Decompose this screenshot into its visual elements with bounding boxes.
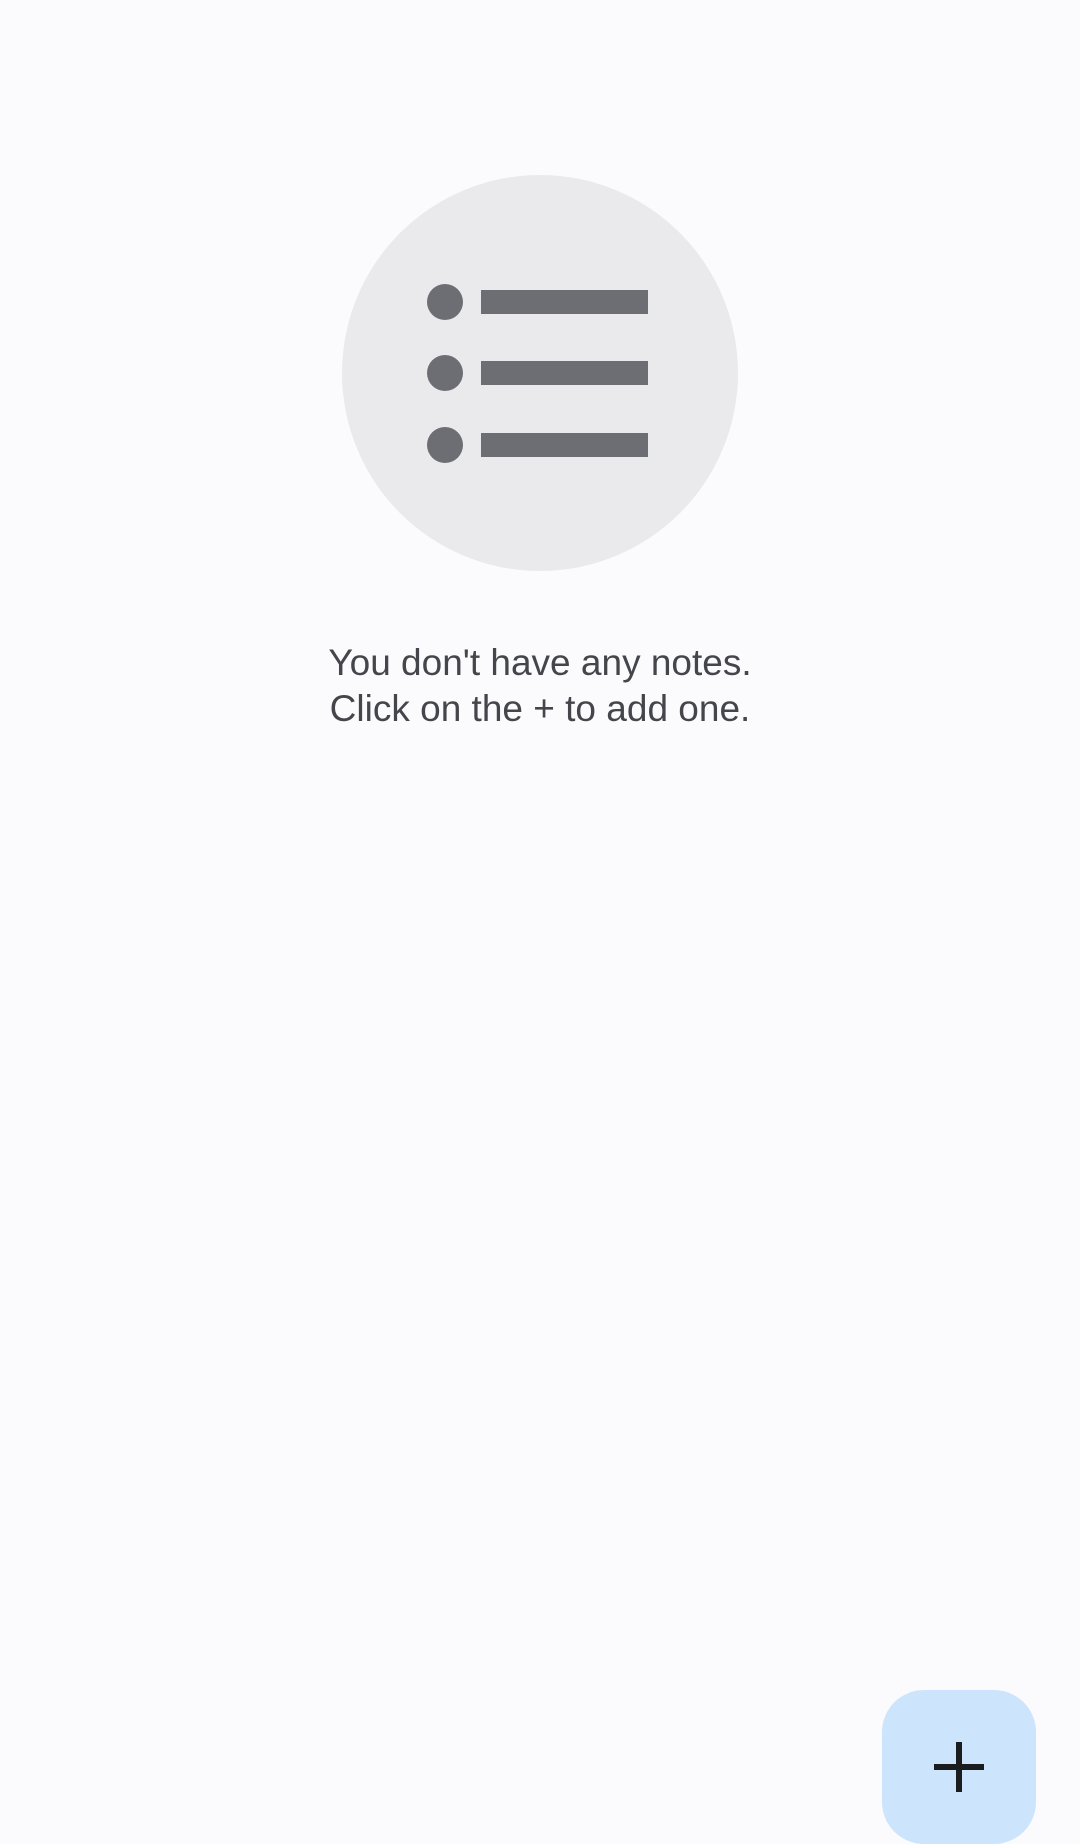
empty-state-message-line-2: Click on the + to add one. (329, 688, 751, 729)
empty-state-icon-circle (342, 175, 738, 571)
empty-state-message-line-1: You don't have any notes. (328, 642, 752, 683)
add-note-button[interactable] (882, 1690, 1036, 1844)
empty-state: You don't have any notes. Click on the +… (0, 0, 1080, 760)
notes-screen: You don't have any notes. Click on the +… (0, 0, 1080, 1844)
list-icon (427, 284, 648, 463)
plus-icon (934, 1742, 984, 1792)
empty-state-message: You don't have any notes. Click on the +… (0, 640, 1080, 732)
